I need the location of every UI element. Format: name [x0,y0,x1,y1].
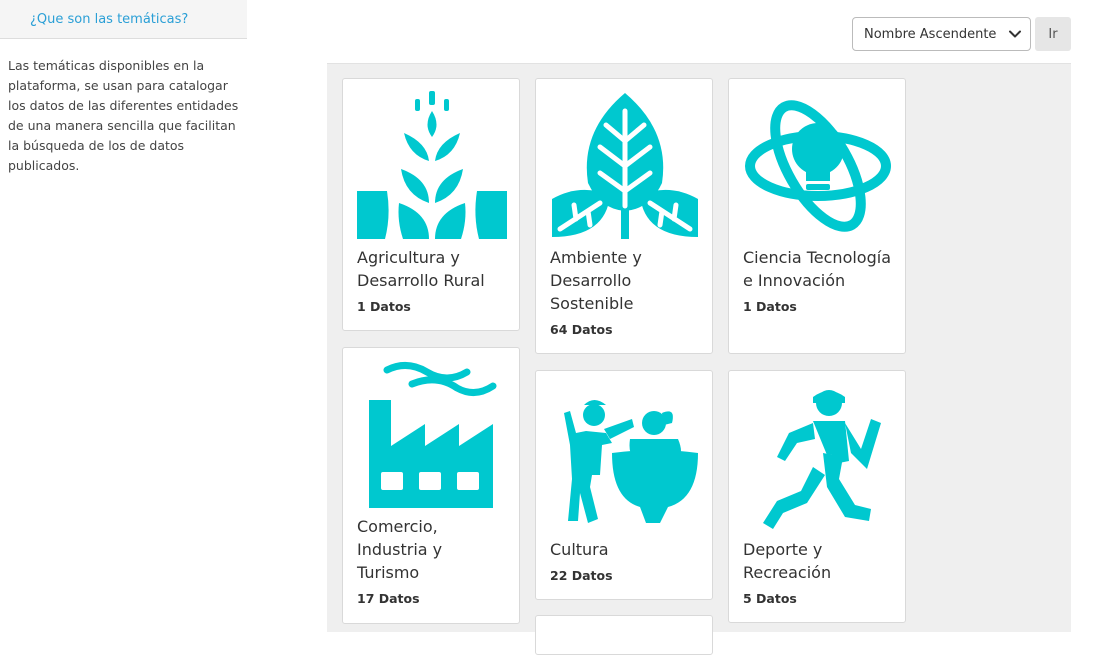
topic-card-comercio[interactable]: Comercio, Industria y Turismo 17 Datos [342,347,520,624]
topics-grid: Agricultura y Desarrollo Rural 1 Datos A [327,63,1071,655]
topic-count: 5 Datos [743,591,797,606]
topic-count: 17 Datos [357,591,420,606]
topic-title: Comercio, Industria y Turismo 17 Datos [357,515,507,607]
atom-bulb-icon [745,100,891,232]
dancers-icon [564,400,698,523]
topic-card-agricultura[interactable]: Agricultura y Desarrollo Rural 1 Datos [342,78,520,331]
topic-count: 64 Datos [550,322,613,337]
sidebar-description: Las temáticas disponibles en la platafor… [8,58,239,173]
topic-count: 1 Datos [357,299,411,314]
topic-count: 1 Datos [743,299,797,314]
topic-title: Ambiente y Desarrollo Sostenible 64 Dato… [550,246,700,338]
sort-select[interactable]: Nombre Ascendente [852,17,1031,51]
topic-card-ciencia[interactable]: Ciencia Tecnología e Innovación 1 Datos [728,78,906,354]
topic-title: Deporte y Recreación 5 Datos [743,538,893,607]
runner-icon [763,390,881,529]
topic-card-ambiente[interactable]: Ambiente y Desarrollo Sostenible 64 Dato… [535,78,713,354]
topic-card-deporte[interactable]: Deporte y Recreación 5 Datos [728,370,906,623]
go-button[interactable]: Ir [1035,17,1071,51]
sidebar-heading-link[interactable]: ¿Que son las temáticas? [0,0,247,39]
leaf-icon [552,93,698,239]
topic-title: Agricultura y Desarrollo Rural 1 Datos [357,246,507,315]
topic-title: Ciencia Tecnología e Innovación 1 Datos [743,248,891,314]
wheat-icon [357,91,507,239]
topic-title: Cultura 22 Datos [550,538,700,584]
factory-icon [369,362,497,508]
chevron-down-icon [1009,30,1021,38]
sort-selected-value: Nombre Ascendente [864,26,997,42]
topic-card-cultura[interactable]: Cultura 22 Datos [535,370,713,600]
sidebar: ¿Que son las temáticas? Las temáticas di… [0,0,247,176]
topic-count: 22 Datos [550,568,613,583]
topic-card-partial[interactable] [535,615,713,655]
